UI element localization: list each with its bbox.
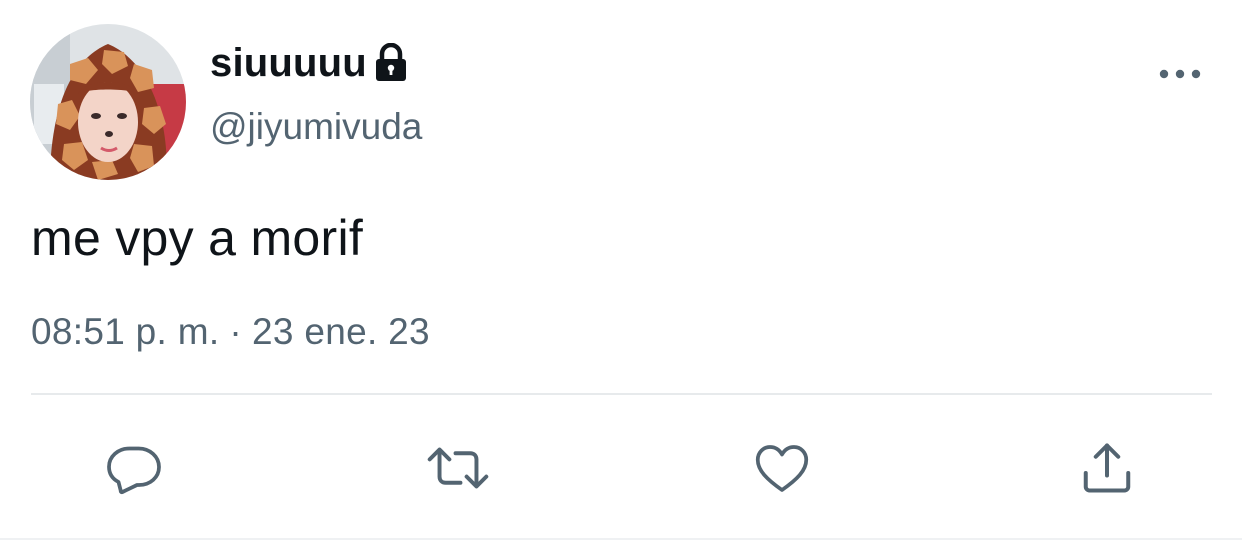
tweet-detail: siuuuuu @jiyumivuda me vpy a morif 08:51… [0,0,1242,558]
reply-icon [107,446,161,495]
heart-icon [755,445,809,492]
share-icon [1083,443,1131,493]
reply-button[interactable] [102,436,166,500]
tweet-time: 08:51 p. m. [31,311,220,352]
avatar[interactable] [30,24,186,180]
display-name-row: siuuuuu [210,38,409,88]
tweet-timestamp[interactable]: 08:51 p. m. · 23 ene. 23 [31,311,430,353]
avatar-image [30,24,186,180]
more-horizontal-icon [1159,69,1201,79]
retweet-icon [427,447,489,489]
display-name[interactable]: siuuuuu [210,41,367,86]
meta-separator: · [229,311,243,352]
more-options-button[interactable] [1152,54,1208,94]
retweet-button[interactable] [426,436,490,500]
tweet-date: 23 ene. 23 [252,311,430,352]
share-button[interactable] [1075,436,1139,500]
divider [31,393,1212,395]
bottom-border [0,538,1242,540]
user-handle[interactable]: @jiyumivuda [210,106,422,148]
like-button[interactable] [750,436,814,500]
lock-icon [373,42,409,83]
tweet-text: me vpy a morif [31,210,364,266]
